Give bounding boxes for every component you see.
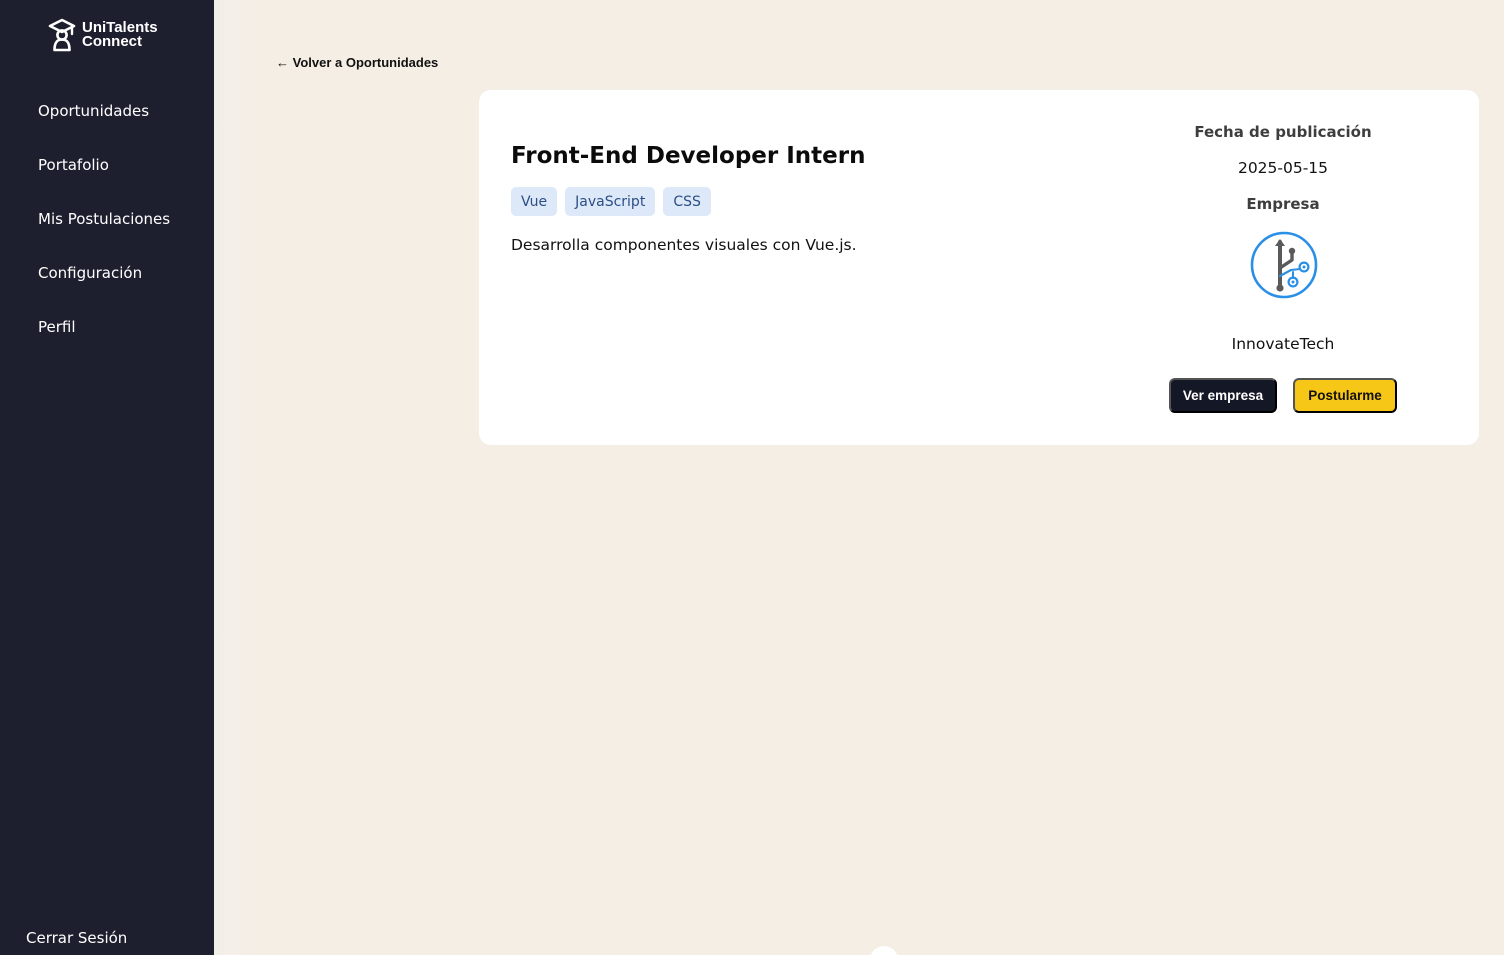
publication-date-value: 2025-05-15 [1237, 159, 1329, 177]
skill-tags: Vue JavaScript CSS [511, 187, 711, 216]
brand-logo[interactable]: UniTalents Connect [48, 18, 158, 52]
job-title: Front-End Developer Intern [511, 143, 866, 169]
job-meta-panel: Fecha de publicación 2025-05-15 Empresa [1159, 90, 1407, 445]
brand-name: UniTalents Connect [82, 20, 158, 50]
apply-button[interactable]: Postularme [1293, 378, 1397, 413]
logout-button[interactable]: Cerrar Sesión [26, 929, 127, 947]
main-content: ← Volver a Oportunidades Front-End Devel… [214, 0, 1504, 955]
job-description: Desarrolla componentes visuales con Vue.… [511, 236, 857, 254]
brand-name-line2: Connect [82, 33, 142, 50]
sidebar-item-mis-postulaciones[interactable]: Mis Postulaciones [0, 192, 214, 246]
back-to-opportunities-link[interactable]: ← Volver a Oportunidades [276, 55, 438, 70]
company-label: Empresa [1246, 195, 1320, 213]
job-detail-card: Front-End Developer Intern Vue JavaScrip… [479, 90, 1479, 445]
sidebar-item-oportunidades[interactable]: Oportunidades [0, 84, 214, 138]
company-name: InnovateTech [1231, 335, 1335, 353]
sidebar-item-configuracion[interactable]: Configuración [0, 246, 214, 300]
sidebar-item-portafolio[interactable]: Portafolio [0, 138, 214, 192]
sidebar-nav: Oportunidades Portafolio Mis Postulacion… [0, 84, 214, 354]
skill-tag: Vue [511, 187, 558, 216]
sidebar-item-perfil[interactable]: Perfil [0, 300, 214, 354]
publication-date-label: Fecha de publicación [1194, 123, 1372, 141]
usb-tech-logo-icon [1250, 231, 1318, 299]
sidebar: UniTalents Connect Oportunidades Portafo… [0, 0, 214, 955]
graduate-logo-icon [48, 18, 76, 52]
company-logo [1249, 230, 1319, 300]
scroll-to-top-handle[interactable] [870, 946, 898, 955]
skill-tag: CSS [663, 187, 711, 216]
skill-tag: JavaScript [565, 187, 656, 216]
view-company-button[interactable]: Ver empresa [1169, 378, 1277, 413]
